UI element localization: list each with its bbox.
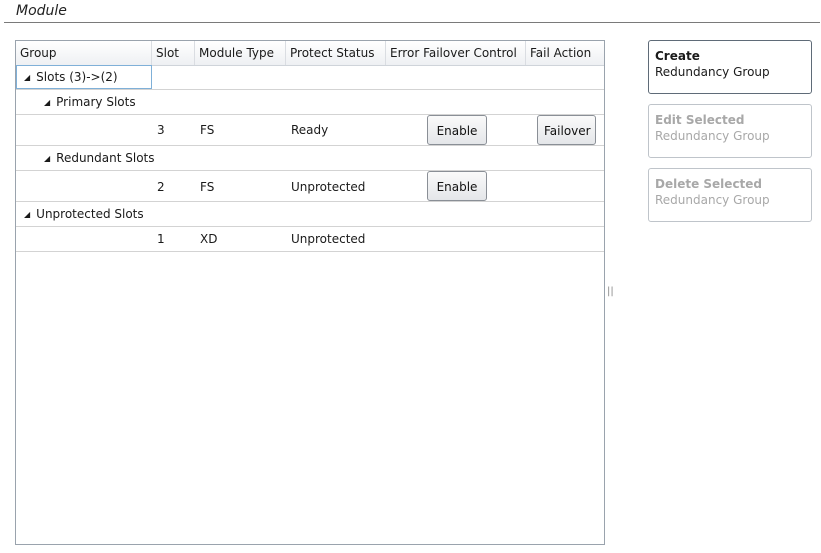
edit-redundancy-group-button[interactable]: Edit Selected Redundancy Group (648, 104, 812, 158)
column-header-module-type[interactable]: Module Type (195, 41, 286, 65)
enable-button[interactable]: Enable (427, 115, 487, 145)
group-row-root[interactable]: ◢ Slots (3)->(2) (16, 65, 604, 90)
group-row-unprotected[interactable]: ◢ Unprotected Slots (16, 202, 604, 227)
group-row-redundant[interactable]: ◢ Redundant Slots (16, 146, 604, 171)
expand-triangle-icon[interactable]: ◢ (44, 98, 50, 107)
module-type-cell: FS (200, 123, 215, 137)
column-header-error-failover-control[interactable]: Error Failover Control (386, 41, 526, 65)
protect-status-cell: Ready (291, 123, 329, 137)
column-header-protect-status[interactable]: Protect Status (286, 41, 386, 65)
grid-header: Group Slot Module Type Protect Status Er… (16, 41, 604, 66)
delete-redundancy-group-button[interactable]: Delete Selected Redundancy Group (648, 168, 812, 222)
expand-triangle-icon[interactable]: ◢ (44, 154, 50, 163)
table-row-unprotected[interactable]: 1 XD Unprotected (16, 227, 604, 252)
splitter-handle[interactable]: || (607, 286, 614, 297)
group-label-unprotected: Unprotected Slots (36, 207, 144, 221)
column-header-fail-action[interactable]: Fail Action (526, 41, 604, 65)
group-label-root: Slots (3)->(2) (36, 70, 118, 84)
failover-button[interactable]: Failover (537, 115, 596, 145)
module-type-cell: XD (200, 232, 218, 246)
section-divider (4, 22, 820, 23)
group-row-primary[interactable]: ◢ Primary Slots (16, 90, 604, 115)
section-title: Module (16, 3, 67, 19)
expand-triangle-icon[interactable]: ◢ (24, 210, 30, 219)
slot-cell: 3 (157, 123, 165, 137)
redundancy-group-grid[interactable]: Group Slot Module Type Protect Status Er… (15, 40, 605, 545)
group-label-redundant: Redundant Slots (56, 151, 155, 165)
column-header-group[interactable]: Group (16, 41, 152, 65)
group-label-primary: Primary Slots (56, 95, 136, 109)
table-row-primary[interactable]: 3 FS Ready Enable Failover (16, 115, 604, 146)
protect-status-cell: Unprotected (291, 232, 366, 246)
expand-triangle-icon[interactable]: ◢ (24, 73, 30, 82)
slot-cell: 2 (157, 180, 165, 194)
module-type-cell: FS (200, 180, 215, 194)
column-header-slot[interactable]: Slot (152, 41, 195, 65)
slot-cell: 1 (157, 232, 165, 246)
enable-button[interactable]: Enable (427, 171, 487, 201)
table-row-redundant[interactable]: 2 FS Unprotected Enable (16, 171, 604, 202)
create-redundancy-group-button[interactable]: Create Redundancy Group (648, 40, 812, 94)
protect-status-cell: Unprotected (291, 180, 366, 194)
